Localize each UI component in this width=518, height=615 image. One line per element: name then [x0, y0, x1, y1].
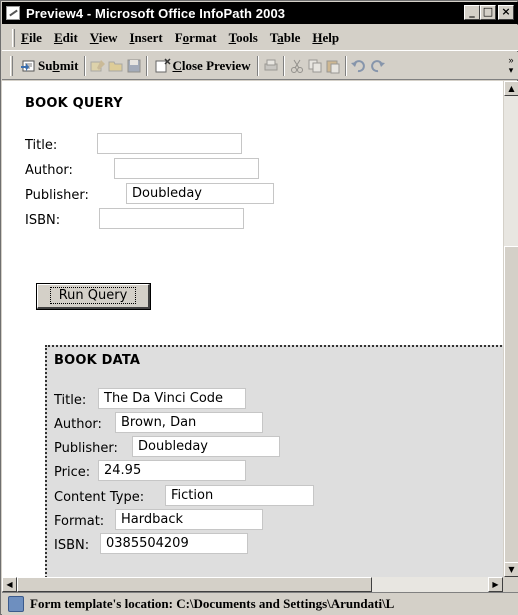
menu-help[interactable]: Help [312, 30, 339, 46]
query-isbn-field[interactable] [99, 208, 244, 229]
close-button[interactable]: × [498, 5, 514, 20]
toolbar-separator [344, 55, 347, 76]
query-publisher-field[interactable]: Doubleday [126, 183, 274, 204]
vertical-scrollbar[interactable]: ▲ ▼ [503, 81, 518, 577]
menu-insert[interactable]: Insert [129, 30, 162, 46]
submit-button[interactable]: Su b mit [17, 55, 81, 77]
redo-icon[interactable] [368, 57, 386, 75]
horizontal-scrollbar[interactable]: ◀ ▶ [2, 577, 503, 592]
title-bar: Preview4 - Microsoft Office InfoPath 200… [2, 2, 518, 24]
book-data-section: BOOK DATA Title: The Da Vinci Code Autho… [45, 345, 503, 577]
scroll-corner [503, 577, 518, 592]
data-publisher-field[interactable]: Doubleday [132, 436, 280, 457]
data-title-field[interactable]: The Da Vinci Code [98, 388, 246, 409]
data-format-field[interactable]: Hardback [115, 509, 263, 530]
status-bar: Form template's location: C:\Documents a… [2, 592, 518, 615]
query-author-label: Author: [25, 163, 73, 178]
standard-toolbar: Su b mit Close Preview » ▾ [2, 52, 518, 80]
toolbar-overflow-chevron-icon[interactable]: » ▾ [506, 55, 516, 77]
scroll-down-arrow-icon[interactable]: ▼ [504, 562, 518, 577]
query-isbn-label: ISBN: [25, 213, 61, 228]
cut-icon[interactable] [288, 57, 306, 75]
query-section-title: BOOK QUERY [25, 96, 123, 111]
data-author-label: Author: [54, 417, 102, 432]
scroll-left-arrow-icon[interactable]: ◀ [2, 577, 17, 592]
query-publisher-label: Publisher: [25, 188, 89, 203]
menu-tools[interactable]: Tools [229, 30, 258, 46]
toolbar-separator [146, 55, 149, 76]
infopath-app-icon [6, 6, 20, 20]
menu-table[interactable]: Table [270, 30, 301, 46]
insert-field-icon[interactable] [89, 57, 107, 75]
maximize-button[interactable]: □ [480, 5, 496, 20]
menu-format[interactable]: Format [175, 30, 217, 46]
data-section-title: BOOK DATA [54, 353, 141, 368]
vertical-scroll-thumb[interactable] [504, 246, 518, 564]
form-template-icon [8, 596, 24, 612]
data-price-field[interactable]: 24.95 [98, 460, 246, 481]
copy-icon[interactable] [306, 57, 324, 75]
infopath-window: Preview4 - Microsoft Office InfoPath 200… [0, 0, 518, 615]
submit-icon [21, 60, 35, 71]
menu-grip[interactable] [12, 28, 15, 47]
window-title: Preview4 - Microsoft Office InfoPath 200… [26, 5, 286, 21]
toolbar-separator [282, 55, 285, 76]
data-author-field[interactable]: Brown, Dan [115, 412, 263, 433]
menu-bar: File Edit View Insert Format Tools Table… [2, 25, 518, 51]
data-title-label: Title: [54, 393, 87, 408]
scroll-right-arrow-icon[interactable]: ▶ [488, 577, 503, 592]
window-controls: _ □ × [464, 5, 514, 20]
data-content-type-field[interactable]: Fiction [165, 485, 314, 506]
form-view: BOOK QUERY Title: Author: Publisher: Dou… [2, 81, 503, 577]
save-icon[interactable] [125, 57, 143, 75]
paste-icon[interactable] [324, 57, 342, 75]
data-format-label: Format: [54, 514, 105, 529]
print-icon[interactable] [262, 57, 280, 75]
toolbar-grip[interactable] [10, 55, 13, 76]
scroll-up-arrow-icon[interactable]: ▲ [504, 81, 518, 96]
toolbar-separator [84, 55, 87, 76]
data-content-type-label: Content Type: [54, 490, 145, 505]
query-title-field[interactable] [97, 133, 242, 154]
horizontal-scroll-thumb[interactable] [17, 577, 372, 592]
data-isbn-label: ISBN: [54, 538, 90, 553]
data-isbn-field[interactable]: 0385504209 [100, 533, 248, 554]
data-price-label: Price: [54, 465, 91, 480]
close-preview-button[interactable]: Close Preview [151, 55, 253, 77]
status-text: Form template's location: C:\Documents a… [30, 596, 395, 611]
menu-file[interactable]: File [21, 30, 42, 46]
open-icon[interactable] [107, 57, 125, 75]
query-author-field[interactable] [114, 158, 259, 179]
undo-icon[interactable] [350, 57, 368, 75]
minimize-button[interactable]: _ [464, 5, 480, 20]
close-preview-icon [155, 57, 172, 72]
run-query-button[interactable]: Run Query [36, 283, 151, 310]
menu-view[interactable]: View [90, 30, 118, 46]
toolbar-separator [256, 55, 259, 76]
menu-edit[interactable]: Edit [54, 30, 78, 46]
data-publisher-label: Publisher: [54, 441, 118, 456]
query-title-label: Title: [25, 138, 58, 153]
